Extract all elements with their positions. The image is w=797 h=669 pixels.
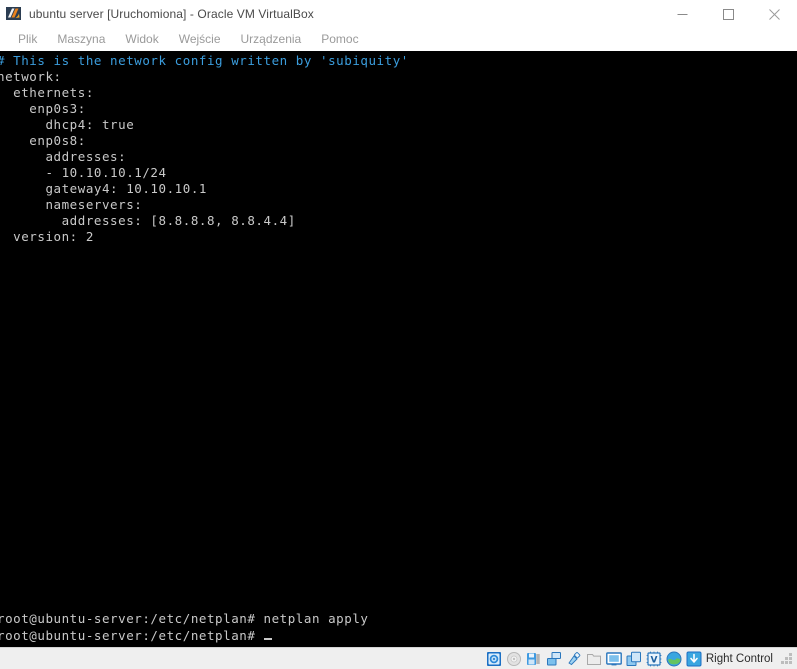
close-icon[interactable] — [751, 0, 797, 28]
terminal-prompt-area: root@ubuntu-server:/etc/netplan# netplan… — [0, 611, 797, 643]
shell-prompt: root@ubuntu-server:/etc/netplan# — [0, 628, 264, 643]
virtualization-icon[interactable]: V — [646, 651, 662, 667]
svg-text:V: V — [650, 655, 657, 665]
menu-item-widok[interactable]: Widok — [115, 28, 168, 50]
resize-grip-icon[interactable] — [781, 652, 793, 665]
terminal-line: dhcp4: true — [0, 117, 135, 132]
terminal-line: enp0s8: — [0, 133, 86, 148]
shell-command: netplan apply — [263, 611, 369, 626]
terminal-line: gateway4: 10.10.10.1 — [0, 181, 207, 196]
window-controls — [659, 0, 797, 28]
window-titlebar[interactable]: ubuntu server [Uruchomiona] - Oracle VM … — [0, 0, 797, 28]
terminal-prompt-line: root@ubuntu-server:/etc/netplan# — [0, 627, 797, 643]
terminal-output: # This is the network config written by … — [0, 53, 797, 647]
floppy-disk-icon[interactable] — [526, 651, 542, 667]
optical-disc-icon[interactable] — [506, 651, 522, 667]
terminal-line: addresses: [8.8.8.8, 8.8.4.4] — [0, 213, 296, 228]
statusbar-icon-group: V — [486, 651, 702, 667]
terminal-line: nameservers: — [0, 197, 143, 212]
hard-disk-icon[interactable] — [486, 651, 502, 667]
host-key-label: Right Control — [705, 652, 773, 665]
menu-item-plik[interactable]: Plik — [8, 28, 47, 50]
menu-item-wejscie[interactable]: Wejście — [169, 28, 231, 50]
recording-icon[interactable] — [626, 651, 642, 667]
vm-statusbar: V Right Control — [0, 647, 797, 669]
shared-folders-icon[interactable] — [586, 651, 602, 667]
terminal-cursor — [263, 627, 272, 640]
shell-prompt: root@ubuntu-server:/etc/netplan# — [0, 611, 264, 626]
menu-item-maszyna[interactable]: Maszyna — [47, 28, 115, 50]
host-key-icon[interactable] — [686, 651, 702, 667]
virtualbox-logo-icon — [6, 6, 22, 22]
menu-item-urzadzenia[interactable]: Urządzenia — [231, 28, 312, 50]
remote-desktop-icon[interactable] — [666, 651, 682, 667]
terminal-line: - 10.10.10.1/24 — [0, 165, 167, 180]
vm-terminal-screen[interactable]: # This is the network config written by … — [0, 51, 797, 647]
usb-icon[interactable] — [566, 651, 582, 667]
minimize-icon[interactable] — [659, 0, 705, 28]
network-adapter-icon[interactable] — [546, 651, 562, 667]
maximize-icon[interactable] — [705, 0, 751, 28]
display-icon[interactable] — [605, 651, 622, 667]
terminal-prompt-line: root@ubuntu-server:/etc/netplan# netplan… — [0, 611, 797, 627]
window-title: ubuntu server [Uruchomiona] - Oracle VM … — [29, 7, 314, 21]
terminal-line: version: 2 — [0, 229, 94, 244]
menubar: Plik Maszyna Widok Wejście Urządzenia Po… — [0, 28, 797, 51]
terminal-line: network: — [0, 69, 62, 84]
virtualbox-vm-window: ubuntu server [Uruchomiona] - Oracle VM … — [0, 0, 797, 669]
terminal-line: enp0s3: — [0, 101, 86, 116]
terminal-line: ethernets: — [0, 85, 94, 100]
terminal-line: addresses: — [0, 149, 127, 164]
terminal-line: # This is the network config written by … — [0, 53, 409, 68]
menu-item-pomoc[interactable]: Pomoc — [311, 28, 368, 50]
